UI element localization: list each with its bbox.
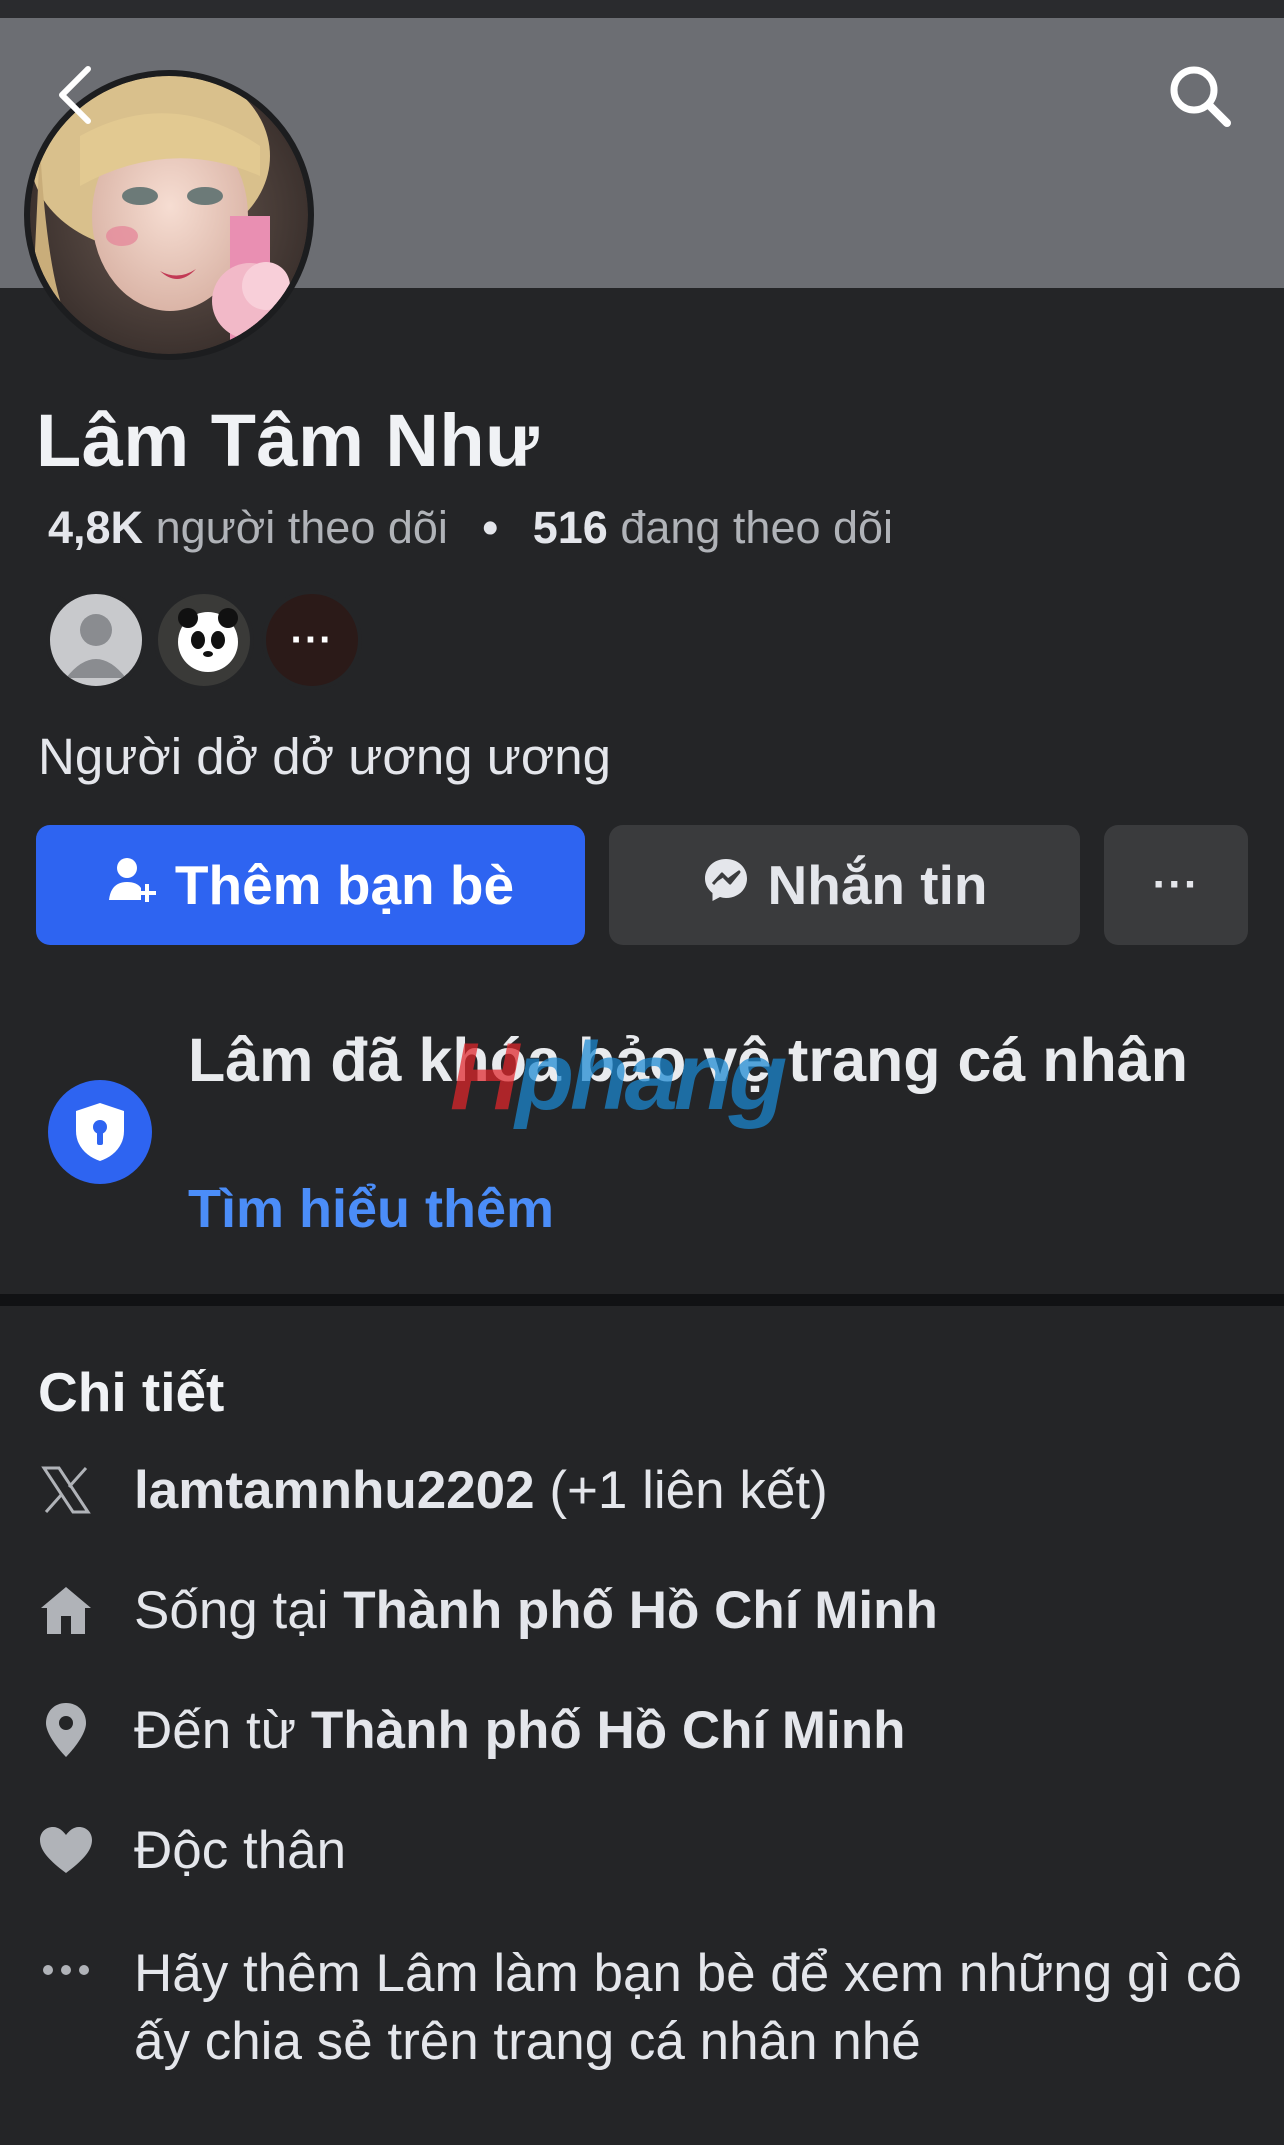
details-title: Chi tiết	[38, 1361, 225, 1423]
message-label: Nhắn tin	[767, 854, 988, 916]
profile-locked-notice: Lâm đã khóa bảo vệ trang cá nhân	[188, 1026, 1188, 1094]
ellipsis-icon	[36, 1940, 96, 2000]
learn-more-link[interactable]: Tìm hiểu thêm	[188, 1178, 554, 1240]
x-logo-icon	[36, 1460, 96, 1520]
messenger-icon	[702, 853, 750, 917]
mutual-followers[interactable]: ···	[46, 590, 376, 690]
mutual-avatar-panda	[154, 590, 254, 690]
lives-place: Thành phố Hồ Chí Minh	[343, 1581, 938, 1640]
section-divider	[0, 1294, 1284, 1306]
add-friend-icon	[107, 853, 157, 917]
back-arrow-icon	[54, 63, 94, 132]
location-pin-icon	[36, 1700, 96, 1760]
separator-dot: •	[482, 502, 499, 553]
search-icon	[1167, 63, 1233, 134]
profile-name: Lâm Tâm Như	[36, 399, 540, 482]
message-button[interactable]: Nhắn tin	[609, 825, 1080, 945]
relationship-status: Độc thân	[134, 1821, 347, 1880]
profile-page: Lâm Tâm Như 4,8K người theo dõi • 516 đa…	[0, 0, 1284, 2145]
mutual-avatar-default	[46, 590, 146, 690]
heart-icon	[36, 1820, 96, 1880]
follow-stats[interactable]: 4,8K người theo dõi • 516 đang theo dõi	[48, 502, 893, 554]
status-bar	[0, 0, 1284, 18]
more-icon: ···	[1152, 860, 1200, 909]
following-label: đang theo dõi	[620, 502, 894, 553]
back-button[interactable]	[44, 62, 104, 132]
from-prefix: Đến từ	[134, 1701, 311, 1760]
search-button[interactable]	[1160, 58, 1240, 138]
following-count: 516	[532, 502, 608, 553]
add-friend-button[interactable]: Thêm bạn bè	[36, 825, 585, 945]
more-mutual-label: ···	[290, 617, 334, 662]
from-place: Thành phố Hồ Chí Minh	[310, 1701, 906, 1760]
lives-prefix: Sống tại	[134, 1581, 344, 1640]
add-friend-hint-text: Hãy thêm Lâm làm bạn bè để xem những gì …	[134, 1944, 1242, 2071]
followers-count: 4,8K	[48, 502, 144, 553]
more-options-button[interactable]: ···	[1104, 825, 1248, 945]
add-friend-label: Thêm bạn bè	[174, 854, 515, 916]
profile-bio: Người dở dở ương ương	[38, 728, 612, 785]
social-extra: (+1 liên kết)	[534, 1461, 828, 1520]
followers-label: người theo dõi	[155, 502, 448, 553]
mutual-avatar-more: ···	[262, 590, 362, 690]
social-handle: lamtamnhu2202	[134, 1461, 535, 1520]
home-icon	[36, 1580, 96, 1640]
shield-lock-icon	[48, 1080, 152, 1184]
